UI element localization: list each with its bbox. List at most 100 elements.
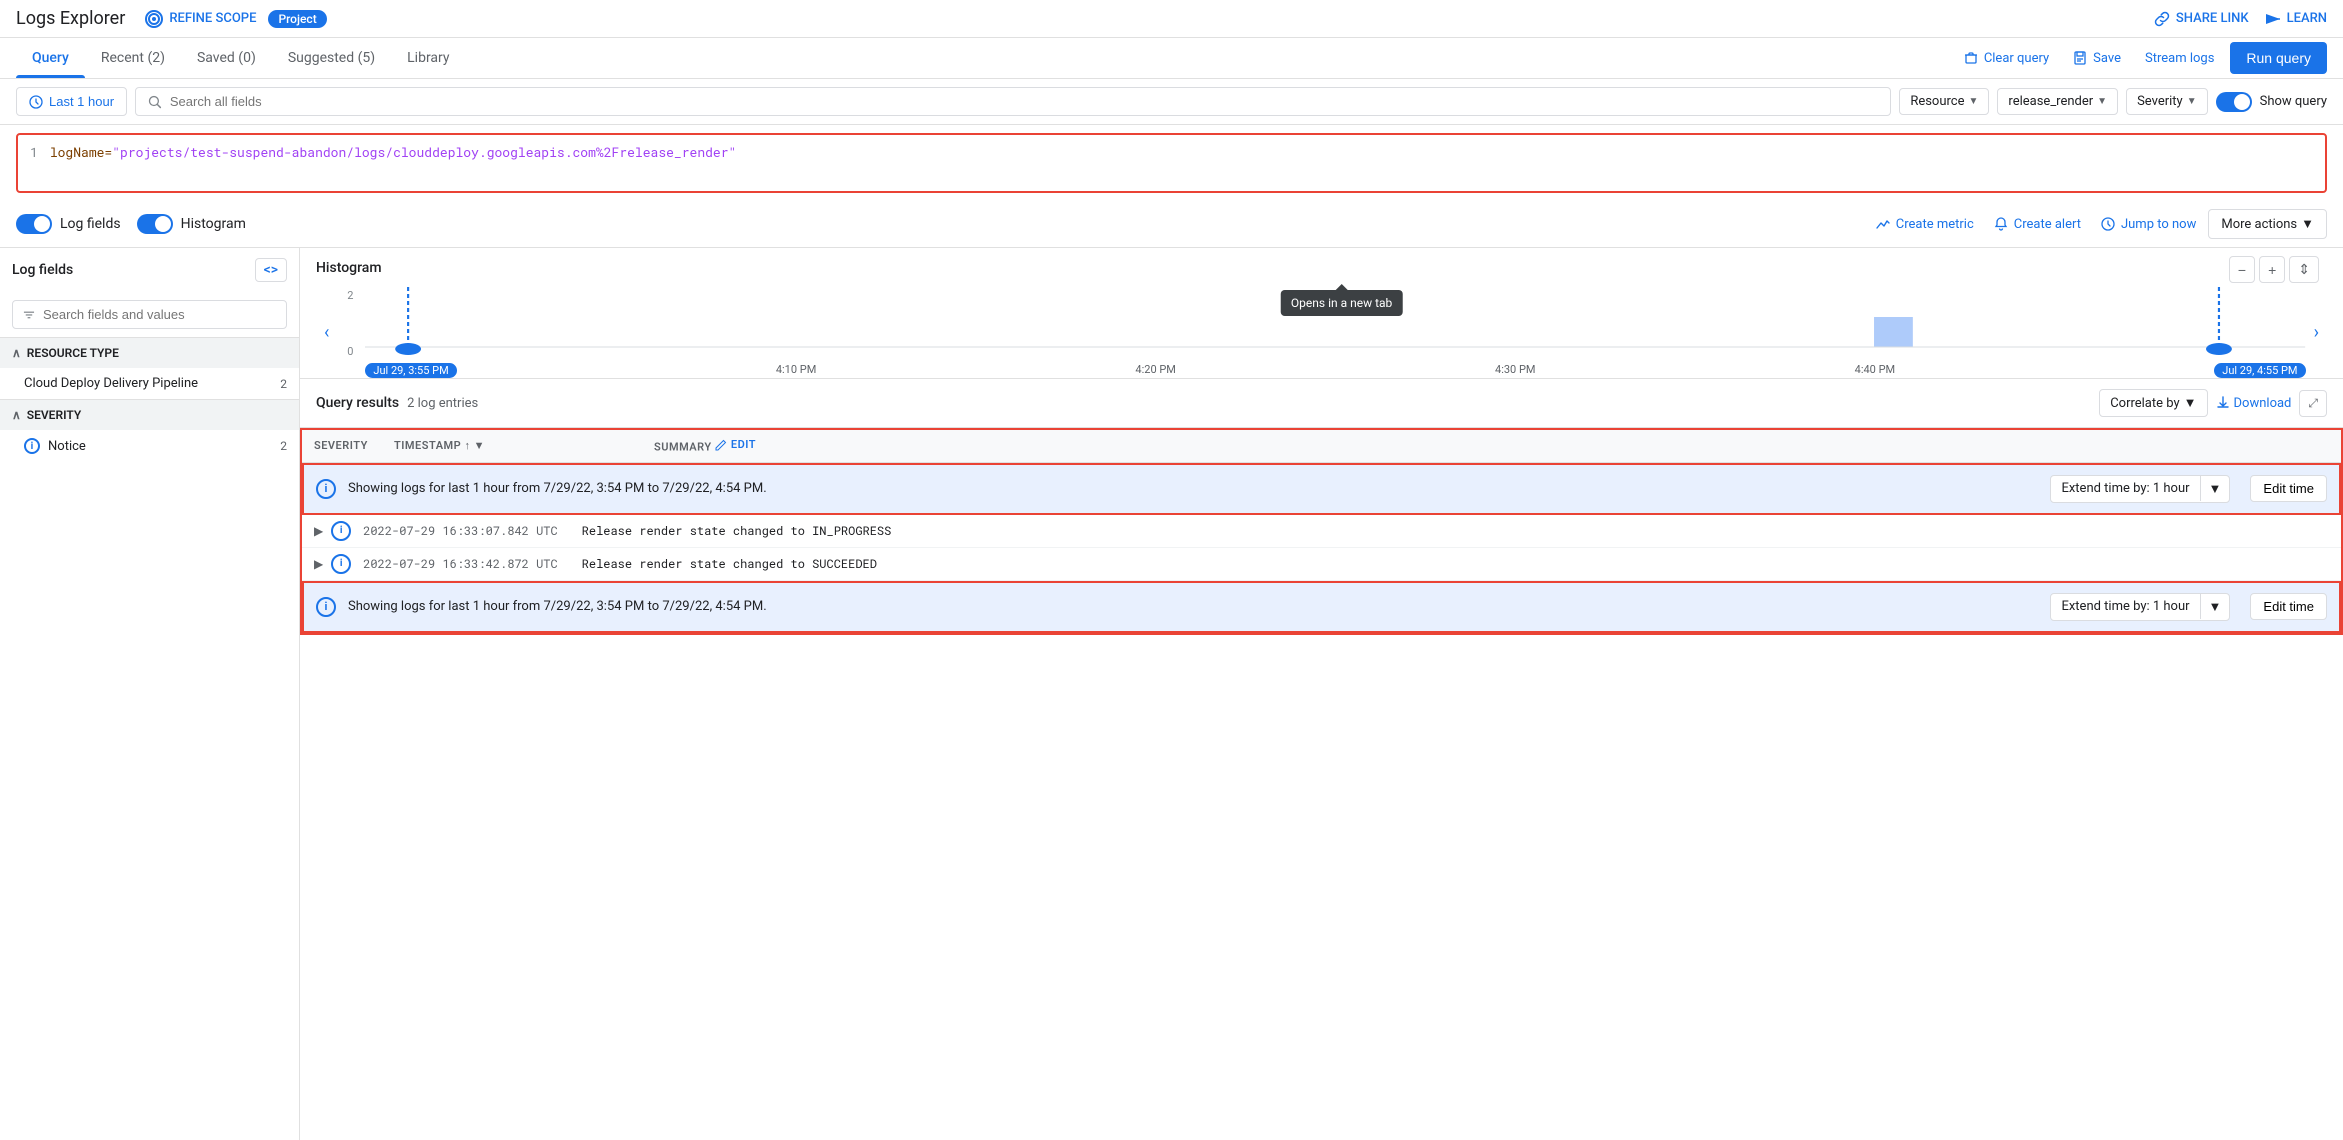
histogram-toggle[interactable]: [137, 214, 173, 234]
clock-icon: [29, 95, 43, 109]
severity-badge-0: i: [331, 521, 351, 541]
search-fields-icon: [23, 308, 35, 321]
search-all-fields-input[interactable]: [135, 87, 1891, 116]
query-line-1: 1 logName="projects/test-suspend-abandon…: [30, 143, 2313, 161]
share-link-button[interactable]: SHARE LINK: [2154, 11, 2249, 27]
extend-arrow-bottom[interactable]: ▼: [2201, 594, 2230, 620]
severity-section-header[interactable]: ∧ SEVERITY: [0, 399, 299, 430]
bell-icon: [1994, 217, 2008, 231]
edit-time-button-top[interactable]: Edit time: [2250, 475, 2327, 502]
resource-type-label: RESOURCE TYPE: [27, 346, 119, 360]
log-summary-1: Release render state changed to SUCCEEDE…: [582, 556, 877, 572]
correlate-by-button[interactable]: Correlate by ▼: [2099, 389, 2207, 417]
top-right-actions: SHARE LINK LEARN: [2154, 11, 2327, 27]
severity-item-name: Notice: [48, 439, 86, 454]
time-range-label: Last 1 hour: [49, 94, 114, 109]
stream-logs-button[interactable]: Stream logs: [2137, 45, 2222, 72]
tab-saved[interactable]: Saved (0): [181, 38, 272, 78]
run-query-button[interactable]: Run query: [2230, 42, 2327, 74]
correlate-arrow: ▼: [2184, 395, 2197, 411]
histogram-prev-button[interactable]: ‹: [316, 318, 337, 347]
link-icon: [2154, 11, 2170, 27]
tab-library[interactable]: Library: [391, 38, 465, 78]
severity-badge-1: i: [331, 554, 351, 574]
histogram-label: Histogram: [181, 216, 246, 232]
results-title: Query results: [316, 395, 399, 411]
severity-item-0[interactable]: i Notice 2: [0, 430, 299, 462]
expand-row-0[interactable]: ▶: [314, 524, 323, 538]
resource-chip[interactable]: Resource ▼: [1899, 88, 1989, 115]
col-timestamp[interactable]: TIMESTAMP ↑ ▼: [382, 430, 642, 462]
info-text-top: Showing logs for last 1 hour from 7/29/2…: [348, 481, 2038, 496]
info-icon-top: i: [316, 479, 336, 499]
tab-suggested[interactable]: Suggested (5): [272, 38, 391, 78]
app-title: Logs Explorer: [16, 8, 125, 29]
time-range-button[interactable]: Last 1 hour: [16, 87, 127, 116]
col-severity: SEVERITY: [302, 430, 382, 462]
log-row-0[interactable]: ▶ i 2022-07-29 16:33:07.842 UTC Release …: [302, 515, 2341, 548]
severity-chip[interactable]: Severity ▼: [2126, 88, 2208, 115]
show-query-toggle-group: Show query: [2216, 92, 2327, 112]
resource-type-item-0[interactable]: Cloud Deploy Delivery Pipeline 2: [0, 368, 299, 399]
histogram-tooltip: Opens in a new tab: [1281, 290, 1402, 316]
search-fields-box[interactable]: [12, 300, 287, 329]
severity-chevron: ∧: [12, 408, 21, 422]
expand-collapse-buttons[interactable]: <>: [255, 258, 287, 282]
fullscreen-button[interactable]: ⤢: [2299, 390, 2327, 417]
info-icon-bottom: i: [316, 597, 336, 617]
edit-time-button-bottom[interactable]: Edit time: [2250, 593, 2327, 620]
create-metric-button[interactable]: Create metric: [1868, 211, 1982, 238]
query-string: "projects/test-suspend-abandon/logs/clou…: [112, 143, 736, 161]
extend-time-button-bottom[interactable]: Extend time by: 1 hour ▼: [2050, 593, 2230, 621]
log-summary-0: Release render state changed to IN_PROGR…: [582, 523, 892, 539]
info-text-bottom: Showing logs for last 1 hour from 7/29/2…: [348, 599, 2038, 614]
resource-type-section-header[interactable]: ∧ RESOURCE TYPE: [0, 337, 299, 368]
log-row-1[interactable]: ▶ i 2022-07-29 16:33:42.872 UTC Release …: [302, 548, 2341, 581]
expand-row-1[interactable]: ▶: [314, 557, 323, 571]
expand-histogram-button[interactable]: ⇕: [2289, 256, 2319, 283]
results-section: Query results 2 log entries Correlate by…: [300, 379, 2343, 1140]
refine-scope-icon: [145, 10, 163, 28]
tabs-right-actions: Clear query Save Stream logs Run query: [1956, 42, 2327, 74]
zoom-in-button[interactable]: +: [2259, 256, 2285, 283]
more-actions-button[interactable]: More actions ▼: [2208, 209, 2327, 239]
clear-query-button[interactable]: Clear query: [1956, 45, 2057, 72]
filter-chip[interactable]: release_render ▼: [1997, 88, 2118, 115]
share-link-label: SHARE LINK: [2176, 11, 2249, 26]
col-summary: SUMMARY EDIT: [642, 430, 2341, 462]
save-button[interactable]: Save: [2065, 45, 2129, 72]
controls-right-actions: Create metric Create alert Jump to now M…: [1868, 209, 2327, 239]
search-fields-input[interactable]: [43, 307, 276, 322]
severity-item-count: 2: [280, 439, 287, 453]
resource-chip-arrow: ▼: [1969, 96, 1979, 107]
extend-main-label-top: Extend time by: 1 hour: [2051, 476, 2200, 501]
show-query-toggle[interactable]: [2216, 92, 2252, 112]
more-actions-arrow: ▼: [2301, 216, 2314, 232]
jump-to-now-button[interactable]: Jump to now: [2093, 211, 2204, 238]
query-editor[interactable]: 1 logName="projects/test-suspend-abandon…: [16, 133, 2327, 193]
tabs-bar: Query Recent (2) Saved (0) Suggested (5)…: [0, 38, 2343, 79]
create-alert-button[interactable]: Create alert: [1986, 211, 2089, 238]
refine-scope-button[interactable]: REFINE SCOPE: [145, 10, 256, 28]
histogram-next-button[interactable]: ›: [2306, 318, 2327, 347]
edit-summary-button[interactable]: EDIT: [715, 438, 756, 451]
log-fields-toggle[interactable]: [16, 214, 52, 234]
tab-recent[interactable]: Recent (2): [85, 38, 181, 78]
time-label-start: Jul 29, 3:55 PM: [365, 363, 456, 378]
results-table: SEVERITY TIMESTAMP ↑ ▼ SUMMARY EDIT: [302, 430, 2341, 463]
info-banner-bottom: i Showing logs for last 1 hour from 7/29…: [302, 581, 2341, 633]
time-label-end: Jul 29, 4:55 PM: [2214, 363, 2305, 378]
download-button[interactable]: Download: [2216, 396, 2292, 411]
time-label-3: 4:30 PM: [1495, 363, 1535, 378]
results-actions: Correlate by ▼ Download ⤢: [2099, 389, 2327, 417]
zoom-out-button[interactable]: −: [2229, 256, 2255, 283]
query-bar: Last 1 hour Resource ▼ release_render ▼ …: [0, 79, 2343, 125]
search-input[interactable]: [170, 94, 1878, 109]
extend-time-button-top[interactable]: Extend time by: 1 hour ▼: [2050, 475, 2230, 503]
tab-query[interactable]: Query: [16, 38, 85, 78]
right-panel: Histogram Opens in a new tab − + ⇕ ‹ 2 0: [300, 248, 2343, 1140]
log-fields-panel-header: Log fields <>: [0, 248, 299, 292]
line-number: 1: [30, 143, 38, 161]
extend-arrow-top[interactable]: ▼: [2201, 476, 2230, 502]
learn-button[interactable]: LEARN: [2265, 11, 2327, 27]
